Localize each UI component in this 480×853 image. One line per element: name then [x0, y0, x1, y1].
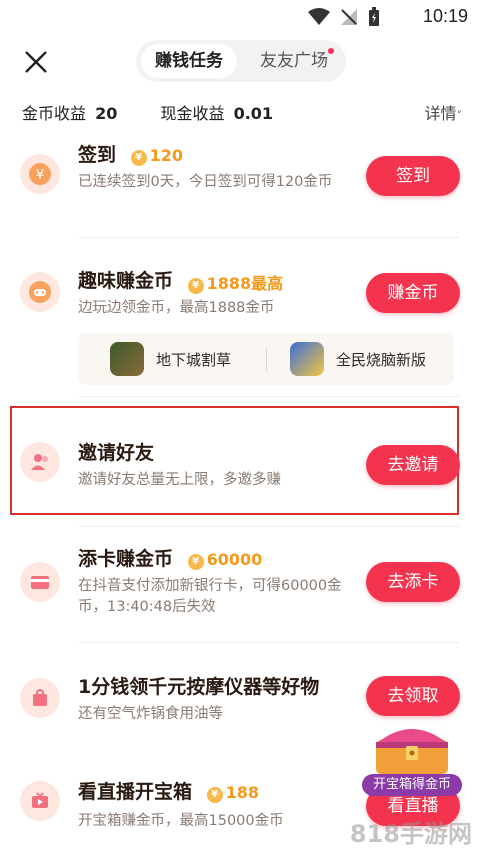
reward-badge: ¥60000	[187, 549, 263, 570]
divider	[78, 237, 460, 238]
coin-earnings-value: 20	[95, 104, 118, 123]
task-description: 在抖音支付添加新银行卡，可得60000金币，13:40:48后失效	[78, 578, 342, 615]
treasure-label: 开宝箱得金币	[362, 774, 462, 796]
chevron-down-icon: ˅	[456, 109, 463, 122]
svg-text:¥: ¥	[36, 168, 44, 183]
tab-switcher: 赚钱任务 友友广场	[136, 40, 346, 82]
reward-badge: ¥188	[206, 782, 260, 803]
task-title-text: 添卡赚金币	[78, 548, 174, 570]
dungeon-game-icon	[110, 342, 144, 376]
close-icon[interactable]	[20, 46, 52, 78]
task-description: 开宝箱赚金币，最高15000金币	[78, 813, 284, 829]
add-card-button[interactable]: 去添卡	[366, 562, 460, 602]
task-description: 边玩边领金币，最高1888金币	[78, 300, 275, 316]
task-description: 邀请好友总量无上限，多邀多赚	[78, 472, 281, 488]
cash-earnings-label: 现金收益	[160, 104, 225, 123]
no-signal-icon	[341, 9, 357, 25]
divider	[78, 526, 460, 527]
coin-icon: ¥	[187, 277, 204, 294]
sign-in-button[interactable]: 签到	[366, 156, 460, 196]
task-fun-games: 趣味赚金币 ¥1888最高 边玩边领金币，最高1888金币 赚金币	[20, 266, 460, 326]
card-icon	[20, 562, 60, 602]
task-title: 趣味赚金币 ¥1888最高	[78, 266, 283, 294]
bag-icon	[20, 678, 60, 718]
tab-friends-square-label: 友友广场	[260, 51, 328, 71]
claim-button[interactable]: 去领取	[366, 676, 460, 716]
reward-value: 120	[149, 145, 184, 165]
watermark: 818手游网	[349, 820, 472, 848]
clock: 10:19	[422, 6, 468, 26]
tab-friends-square[interactable]: 友友广场	[248, 44, 340, 78]
cash-earnings-value: 0.01	[233, 104, 274, 123]
battery-icon	[369, 7, 379, 26]
task-description: 已连续签到0天，今日签到可得120金币	[78, 174, 333, 190]
reward-badge: ¥1888最高	[187, 270, 284, 294]
coin-icon: ¥	[206, 786, 223, 803]
details-link[interactable]: 详情˅	[424, 100, 462, 124]
reward-badge: ¥120	[130, 145, 184, 166]
coin-icon: ¥	[187, 553, 204, 570]
notification-dot	[328, 48, 334, 54]
earn-coins-button[interactable]: 赚金币	[366, 273, 460, 313]
tv-icon	[20, 781, 60, 821]
divider	[78, 642, 460, 643]
game-name: 地下城割草	[156, 350, 232, 369]
task-title: 签到 ¥120	[78, 140, 183, 167]
task-sign-in: ¥ 签到 ¥120 已连续签到0天，今日签到可得120金币 签到	[20, 140, 460, 230]
games-row: 地下城割草 全民烧脑新版	[78, 333, 454, 385]
yen-coin-icon: ¥	[20, 154, 60, 194]
divider	[78, 396, 460, 397]
task-title-text: 签到	[78, 144, 117, 166]
reward-value: 60000	[206, 549, 263, 569]
separator	[266, 347, 267, 371]
reward-value: 188	[225, 782, 260, 802]
game-dungeon[interactable]: 地下城割草	[110, 341, 231, 377]
details-label: 详情	[424, 104, 457, 123]
wifi-icon	[308, 8, 330, 25]
coin-icon: ¥	[130, 149, 147, 166]
reward-value: 1888最高	[206, 273, 284, 293]
task-title: 添卡赚金币 ¥60000	[78, 544, 262, 571]
task-title: 邀请好友	[78, 442, 155, 464]
status-icons	[308, 7, 380, 27]
friends-icon	[20, 442, 60, 482]
task-invite-friends: 邀请好友 邀请好友总量无上限，多邀多赚 去邀请	[20, 436, 460, 496]
coin-earnings-label: 金币收益	[22, 104, 87, 123]
task-title: 看直播开宝箱 ¥188	[78, 777, 259, 804]
brain-game-icon	[290, 342, 324, 376]
earnings-summary: 金币收益 20 现金收益 0.01 详情˅	[22, 100, 462, 124]
invite-button[interactable]: 去邀请	[366, 445, 460, 485]
task-title-text: 趣味赚金币	[78, 270, 174, 292]
game-brain[interactable]: 全民烧脑新版	[290, 341, 426, 377]
treasure-chest-icon	[376, 729, 448, 774]
task-title: 1分钱领千元按摩仪器等好物	[78, 676, 320, 698]
treasure-chest-widget[interactable]: 开宝箱得金币	[362, 716, 462, 798]
task-title-text: 看直播开宝箱	[78, 781, 193, 803]
gamepad-icon	[20, 272, 60, 312]
status-bar: 10:19	[0, 0, 480, 34]
tab-earn-tasks[interactable]: 赚钱任务	[141, 44, 237, 78]
game-name: 全民烧脑新版	[336, 350, 427, 369]
task-description: 还有空气炸锅食用油等	[78, 706, 223, 722]
task-add-card: 添卡赚金币 ¥60000 在抖音支付添加新银行卡，可得60000金币，13:40…	[20, 544, 460, 624]
top-bar: 赚钱任务 友友广场	[0, 38, 480, 86]
